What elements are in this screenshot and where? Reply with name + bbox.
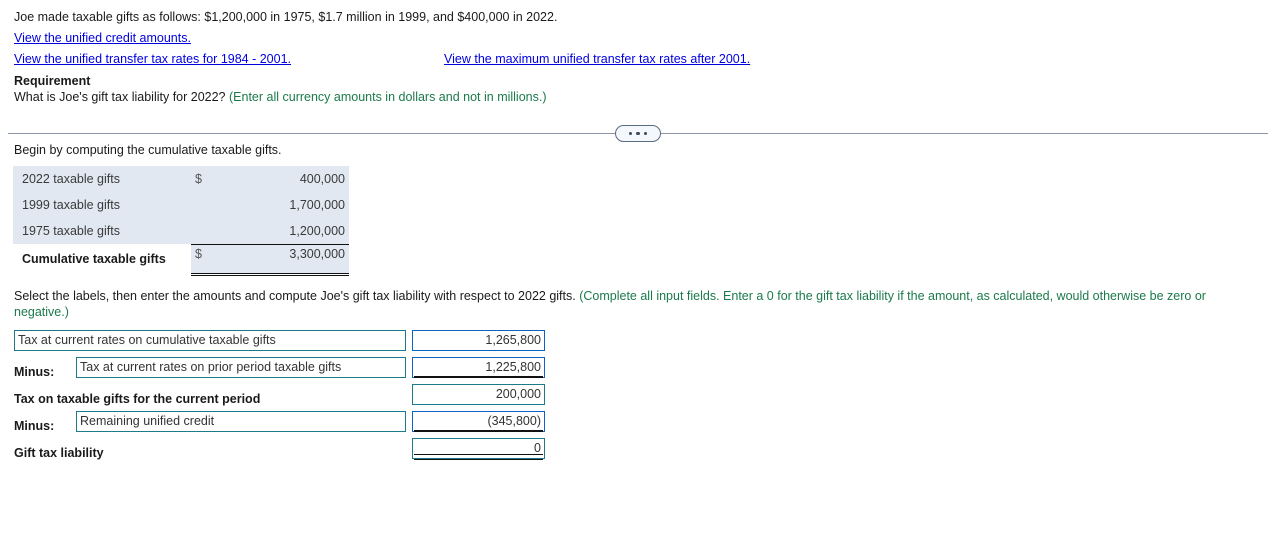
answer-row-5: Gift tax liability 0 [14,437,1276,465]
row-currency-symbol [191,192,213,218]
select-labels-instruction: Select the labels, then enter the amount… [0,288,1250,320]
select-instruction-text: Select the labels, then enter the amount… [14,288,576,303]
amount-input-gift-tax-liability[interactable]: 0 [412,437,545,459]
row-currency-symbol: $ [191,166,213,192]
table-row: 2022 taxable gifts $ 400,000 [13,166,349,192]
problem-header: Joe made taxable gifts as follows: $1,20… [0,0,1276,105]
more-options-icon[interactable] [615,125,661,142]
total-currency-symbol: $ [191,244,213,276]
row-label: 1999 taxable gifts [13,192,191,218]
minus-label-1: Minus: [14,364,55,379]
minus-label-2: Minus: [14,418,55,433]
dot-1 [628,131,633,136]
answer-row-4: Minus: Remaining unified credit (345,800… [14,410,1276,438]
total-label: Cumulative taxable gifts [13,244,191,274]
row-currency-symbol [191,218,213,245]
amount-input-remaining-unified-credit[interactable]: (345,800) [412,410,545,432]
dot-3 [643,131,648,136]
link-unified-credit-amounts[interactable]: View the unified credit amounts. [14,31,191,45]
amount-wrap-4: (345,800) [412,410,545,432]
amount-wrap-3: 200,000 [412,383,545,405]
worksheet: Begin by computing the cumulative taxabl… [0,143,1276,465]
label-gift-tax-liability: Gift tax liability [14,445,104,460]
table-row: 1975 taxable gifts 1,200,000 [13,218,349,245]
answer-row-1: Tax at current rates on cumulative taxab… [14,329,1276,357]
begin-instruction: Begin by computing the cumulative taxabl… [14,143,282,157]
section-divider [0,125,1276,143]
answer-form: Tax at current rates on cumulative taxab… [0,329,1276,465]
amount-wrap-5: 0 [412,437,545,460]
total-amount: 3,300,000 [213,244,349,276]
requirement-heading: Requirement [14,74,91,88]
cumulative-taxable-gifts-table: 2022 taxable gifts $ 400,000 1999 taxabl… [13,166,349,276]
requirement-question: What is Joe's gift tax liability for 202… [14,89,1276,105]
row-label: 1975 taxable gifts [13,218,191,244]
row-amount: 400,000 [213,166,349,192]
row-label: 2022 taxable gifts [13,166,191,192]
table-total-row: Cumulative taxable gifts $ 3,300,000 [13,244,349,276]
amount-input-tax-current-rates-prior-period[interactable]: 1,225,800 [412,356,545,378]
amount-wrap-1: 1,265,800 [412,329,545,351]
requirement-hint: (Enter all currency amounts in dollars a… [229,90,547,104]
dot-2 [636,131,640,136]
row-amount: 1,700,000 [213,192,349,218]
amount-input-tax-on-taxable-gifts-current-period[interactable]: 200,000 [412,383,545,405]
answer-row-3: Tax on taxable gifts for the current per… [14,383,1276,411]
answer-row-2: Minus: Tax at current rates on prior per… [14,356,1276,384]
link-unified-transfer-tax-rates-1984-2001[interactable]: View the unified transfer tax rates for … [14,52,291,66]
amount-input-tax-current-rates-cumulative[interactable]: 1,265,800 [412,329,545,351]
link-row-credit-amounts: View the unified credit amounts. [14,31,1276,47]
amount-wrap-2: 1,225,800 [412,356,545,378]
row-amount: 1,200,000 [213,218,349,245]
label-select-tax-current-rates-prior-period[interactable]: Tax at current rates on prior period tax… [76,356,406,378]
label-tax-on-taxable-gifts-current-period: Tax on taxable gifts for the current per… [14,391,261,406]
problem-statement: Joe made taxable gifts as follows: $1,20… [14,10,558,24]
link-maximum-unified-transfer-tax-rates-after-2001[interactable]: View the maximum unified transfer tax ra… [444,52,750,66]
table-row: 1999 taxable gifts 1,700,000 [13,192,349,218]
link-row-tax-rates: View the unified transfer tax rates for … [14,52,1276,68]
label-select-remaining-unified-credit[interactable]: Remaining unified credit [76,410,406,432]
label-select-tax-current-rates-cumulative[interactable]: Tax at current rates on cumulative taxab… [14,329,406,351]
requirement-question-text: What is Joe's gift tax liability for 202… [14,90,226,104]
